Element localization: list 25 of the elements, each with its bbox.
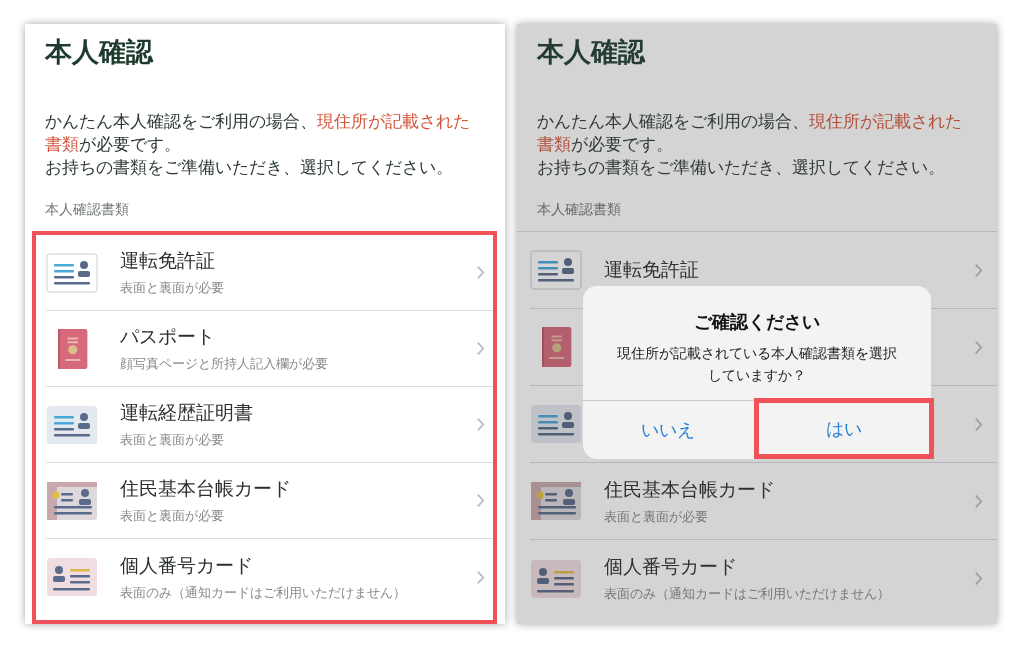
document-note: 表面と裏面が必要: [120, 279, 225, 297]
document-name: 住民基本台帳カード: [120, 476, 292, 501]
intro-text: かんたん本人確認をご利用の場合、現住所が記載された書類が必要です。: [45, 111, 471, 156]
intro-text: かんたん本人確認をご利用の場合、現住所が記載された書類が必要です。: [537, 111, 963, 156]
document-name: パスポート: [120, 324, 216, 349]
page-title: 本人確認: [537, 35, 647, 69]
document-note: 顔写真ページと所持人記入欄が必要: [120, 355, 329, 373]
document-note: 表面と裏面が必要: [604, 507, 709, 526]
document-note: 表面のみ（通知カードはご利用いただけません）: [604, 585, 891, 603]
document-name: 個人番号カード: [120, 552, 254, 578]
document-name: 住民基本台帳カード: [604, 476, 776, 502]
document-name: 運転免許証: [120, 248, 216, 273]
document-name: 個人番号カード: [604, 554, 738, 579]
document-note: 表面と裏面が必要: [120, 431, 225, 449]
section-label: 本人確認書類: [537, 201, 622, 219]
intro-text: お持ちの書類をご準備いただき、選択してください。: [537, 157, 946, 179]
section-label: 本人確認書類: [45, 201, 130, 219]
document-name: 運転免許証: [604, 257, 700, 282]
document-note: 表面のみ（通知カードはご利用いただけません）: [120, 583, 407, 602]
document-name: 運転経歴証明書: [120, 400, 254, 425]
document-note: 表面と裏面が必要: [120, 507, 225, 525]
intro-text: お持ちの書類をご準備いただき、選択してください。: [45, 157, 454, 179]
dialog-title: ご確認ください: [693, 310, 821, 334]
page-title: 本人確認: [45, 35, 155, 69]
dialog-message: 現住所が記載されている本人確認書類を選択していますか？: [616, 344, 898, 385]
